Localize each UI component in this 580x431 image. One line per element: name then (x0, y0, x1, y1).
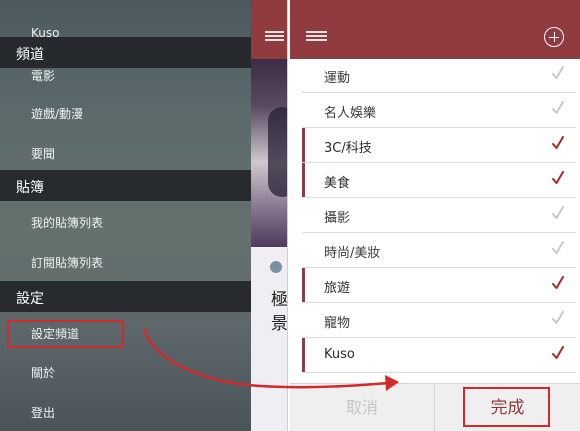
channel-name: 運動 (324, 71, 351, 86)
channel-name: 3C/科技 (324, 141, 372, 156)
article-title-fragment: 景 (271, 314, 288, 334)
drawer-screen: Kuso 頻道 電影 遊戲/動漫 要聞 貼簿 我的貼簿列表 訂閱貼簿列表 設定 … (0, 0, 288, 431)
checkmark-icon[interactable] (552, 65, 564, 79)
hamburger-icon[interactable] (306, 31, 327, 43)
checkmark-icon[interactable] (552, 345, 564, 359)
channel-name: 寵物 (324, 316, 351, 331)
channel-row[interactable]: 寵物 (302, 303, 576, 338)
channel-row[interactable]: 運動 (302, 58, 576, 93)
selected-indicator-bar (302, 338, 305, 372)
top-bar (290, 0, 580, 59)
channel-name: 名人娛樂 (324, 106, 377, 121)
drawer-item-games-anime[interactable]: 遊戲/動漫 (31, 105, 83, 122)
drawer-item-about[interactable]: 關於 (31, 364, 55, 381)
channel-row[interactable]: 3C/科技 (302, 128, 576, 163)
hamburger-icon[interactable] (265, 31, 284, 41)
section-title: 貼簿 (16, 180, 44, 196)
checkmark-icon[interactable] (552, 275, 564, 289)
drawer-item-movies[interactable]: 電影 (31, 67, 55, 84)
peek-top-bar (251, 0, 287, 59)
selected-indicator-bar (302, 268, 305, 302)
drawer-item-subscribed-boards[interactable]: 訂閱貼簿列表 (31, 254, 103, 271)
channel-row[interactable]: 名人娛樂 (302, 93, 576, 128)
checkmark-icon[interactable] (552, 135, 564, 149)
selected-indicator-bar (302, 128, 305, 162)
checkmark-icon[interactable] (552, 170, 564, 184)
section-title: 頻道 (16, 47, 44, 63)
section-title: 設定 (16, 291, 44, 307)
channel-list: 運動名人娛樂 3C/科技美食攝影時尚/美妝旅遊寵物 Kuso (302, 58, 576, 373)
channel-name: Kuso (324, 347, 355, 362)
checkmark-icon[interactable] (552, 310, 564, 324)
channel-row[interactable]: Kuso (302, 338, 576, 373)
channel-name: 時尚/美妝 (324, 246, 381, 261)
plus-circle-icon[interactable] (544, 27, 564, 47)
annotation-highlight-done (463, 387, 550, 427)
drawer-item-news[interactable]: 要聞 (31, 145, 55, 162)
selected-indicator-bar (302, 163, 305, 197)
checkmark-icon[interactable] (552, 100, 564, 114)
channel-name: 旅遊 (324, 281, 351, 296)
channel-row[interactable]: 時尚/美妝 (302, 233, 576, 268)
annotation-highlight-channel-settings (7, 320, 124, 348)
channel-row[interactable]: 攝影 (302, 198, 576, 233)
checkmark-icon[interactable] (552, 240, 564, 254)
drawer-section-header-settings: 設定 (0, 281, 251, 312)
globe-icon (270, 261, 282, 273)
channel-row[interactable]: 旅遊 (302, 268, 576, 303)
drawer-section-header-boards: 貼簿 (0, 170, 251, 201)
drawer-item-logout[interactable]: 登出 (31, 404, 55, 421)
channel-name: 攝影 (324, 211, 351, 226)
channel-settings-screen: 運動 名人娛樂 3C/科技 美食 攝影 時尚/美妝 旅遊 寵物 Kuso 取消 完成 (290, 0, 580, 431)
drawer-section-header-channels: 頻道 (0, 37, 251, 68)
checkmark-icon[interactable] (552, 205, 564, 219)
article-title-fragment: 極 (271, 290, 288, 310)
drawer-item-my-boards[interactable]: 我的貼簿列表 (31, 214, 103, 231)
cancel-button[interactable]: 取消 (290, 384, 435, 431)
article-photo (251, 59, 287, 247)
channel-name: 美食 (324, 176, 351, 191)
channel-row[interactable]: 美食 (302, 163, 576, 198)
side-drawer: Kuso 頻道 電影 遊戲/動漫 要聞 貼簿 我的貼簿列表 訂閱貼簿列表 設定 … (0, 0, 251, 431)
main-content-peek[interactable] (251, 0, 287, 431)
